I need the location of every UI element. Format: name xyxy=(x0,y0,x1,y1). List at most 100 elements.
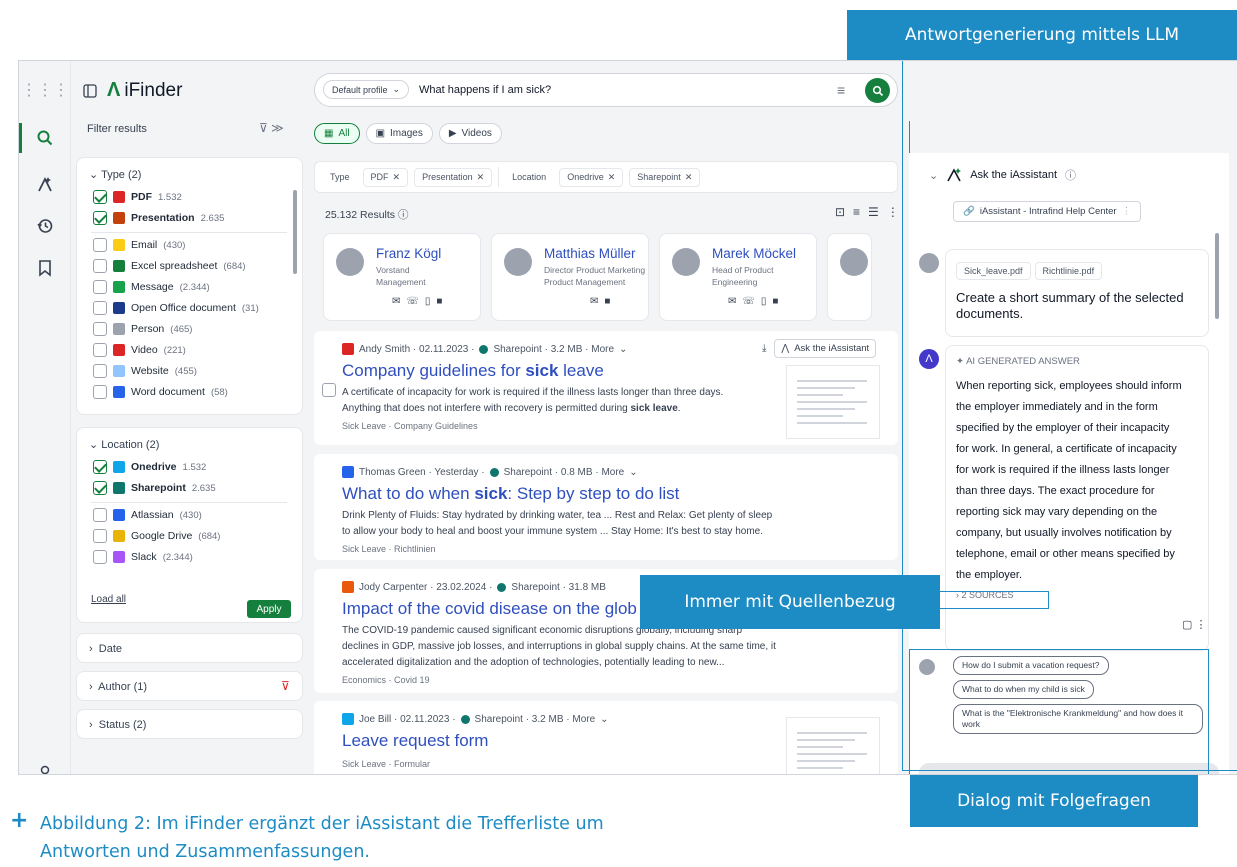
tab-videos[interactable]: ▶ Videos xyxy=(438,123,502,144)
author-filter-card[interactable]: › Author (1) ⊽ xyxy=(76,671,303,701)
type-type-icon xyxy=(113,191,125,203)
active-filters: Type PDF ✕ Presentation ✕ Location Onedr… xyxy=(314,161,898,193)
contact-icons[interactable]: ✉☏▯■ xyxy=(728,296,784,307)
chevron-down-icon[interactable]: ⌄ xyxy=(629,467,637,478)
sharepoint-icon xyxy=(460,714,470,724)
checkbox[interactable] xyxy=(93,481,107,495)
person-card[interactable]: Marek Möckel Head of Product Engineering ✉☏… xyxy=(659,233,817,321)
bookmark-icon[interactable] xyxy=(30,253,60,283)
thumbnail-line xyxy=(797,422,867,424)
checkbox[interactable] xyxy=(93,190,107,204)
person-card[interactable]: Matthias Müller Director Product Marketin… xyxy=(491,233,649,321)
type-type-icon xyxy=(113,386,125,398)
type-item[interactable]: Word document (58) xyxy=(93,385,228,399)
filter-lines-icon[interactable]: ≡ xyxy=(837,82,845,98)
result-snippet: declines in GDP, massive job losses, and… xyxy=(342,641,776,652)
filter-clear-icon[interactable]: ⊽ ≫ xyxy=(259,121,284,135)
type-count: (58) xyxy=(210,386,228,398)
date-filter-card[interactable]: › Date xyxy=(76,633,303,663)
result-tags: Sick Leave · Richtlinien xyxy=(342,544,436,554)
location-type-icon xyxy=(113,530,125,542)
profile-select[interactable]: Default profile ⌄ xyxy=(323,80,410,99)
person-name[interactable]: Marek Möckel xyxy=(712,246,796,261)
chip-onedrive[interactable]: Onedrive ✕ xyxy=(559,167,624,187)
location-item[interactable]: Sharepoint 2.635 xyxy=(93,481,216,495)
person-name[interactable]: Matthias Müller xyxy=(544,246,636,261)
result-snippet: Anything that does not interfere with re… xyxy=(342,401,681,417)
history-icon[interactable] xyxy=(30,211,60,241)
chevron-down-icon[interactable]: ⌄ xyxy=(619,344,627,355)
person-name[interactable]: Franz Kögl xyxy=(376,246,441,261)
result-title[interactable]: Company guidelines for sick leave xyxy=(342,361,604,381)
type-item[interactable]: Presentation 2.635 xyxy=(93,211,224,225)
document-thumbnail[interactable] xyxy=(786,717,880,774)
location-label: Onedrive xyxy=(131,461,177,473)
download-icon[interactable]: ⤓ xyxy=(762,343,766,354)
collapse-sidebar-icon[interactable] xyxy=(83,83,97,98)
result-source: Sharepoint · 3.2 MB · More xyxy=(493,343,615,355)
location-filter-header[interactable]: ⌄ Location (2) xyxy=(89,438,159,451)
chip-sharepoint[interactable]: Sharepoint ✕ xyxy=(629,167,701,187)
filter-remove-icon[interactable]: ⊽ xyxy=(281,679,290,693)
checkbox[interactable] xyxy=(93,238,107,252)
result-title[interactable]: Impact of the covid disease on the glob xyxy=(342,599,637,619)
document-thumbnail[interactable] xyxy=(786,365,880,439)
type-filter-header[interactable]: ⌄ Type (2) xyxy=(89,168,141,181)
apps-grid-icon[interactable]: ⋮⋮⋮ xyxy=(21,75,69,105)
nav-rail: ⋮⋮⋮ xyxy=(19,61,71,774)
checkbox[interactable] xyxy=(93,322,107,336)
checkbox[interactable] xyxy=(93,508,107,522)
apply-button[interactable]: Apply xyxy=(247,600,291,618)
type-item[interactable]: Email (430) xyxy=(93,238,185,252)
contact-icons[interactable]: ✉■ xyxy=(590,296,616,307)
type-item[interactable]: Excel spreadsheet (684) xyxy=(93,259,246,273)
chevron-down-icon[interactable]: ⌄ xyxy=(600,714,608,725)
search-icon[interactable] xyxy=(30,123,60,153)
assistant-icon[interactable] xyxy=(30,169,60,199)
type-item[interactable]: Message (2.344) xyxy=(93,280,210,294)
file-type-icon xyxy=(342,466,354,478)
status-filter-card[interactable]: › Status (2) xyxy=(76,709,303,739)
location-item[interactable]: Google Drive (684) xyxy=(93,529,220,543)
result-author-date: Thomas Green · Yesterday · xyxy=(359,466,485,478)
checkbox[interactable] xyxy=(93,259,107,273)
type-item[interactable]: PDF 1.532 xyxy=(93,190,182,204)
search-submit-button[interactable] xyxy=(865,78,890,103)
location-count: (2.344) xyxy=(162,551,193,563)
ask-assistant-button[interactable]: ⋀ Ask the iAssistant xyxy=(774,339,877,358)
user-icon[interactable] xyxy=(30,757,60,774)
load-all-link[interactable]: Load all xyxy=(91,594,126,605)
location-item[interactable]: Slack (2.344) xyxy=(93,550,193,564)
result-title[interactable]: Leave request form xyxy=(342,731,488,751)
view-options-icons[interactable]: ⊡≡☰⋮ xyxy=(835,205,907,219)
result-title[interactable]: What to do when sick: Step by step to do… xyxy=(342,484,679,504)
person-avatar xyxy=(840,248,868,276)
checkbox[interactable] xyxy=(93,280,107,294)
type-item[interactable]: Open Office document (31) xyxy=(93,301,259,315)
location-count: (430) xyxy=(179,509,202,521)
checkbox[interactable] xyxy=(93,301,107,315)
tab-all[interactable]: ▦ All xyxy=(314,123,360,144)
checkbox[interactable] xyxy=(93,211,107,225)
type-item[interactable]: Person (465) xyxy=(93,322,192,336)
search-input[interactable]: What happens if I am sick? xyxy=(419,84,551,96)
person-card[interactable]: Franz Kögl Vorstand Management ✉☏▯■ xyxy=(323,233,481,321)
tab-images[interactable]: ▣ Images xyxy=(365,123,433,144)
chip-presentation[interactable]: Presentation ✕ xyxy=(414,167,493,187)
type-scrollbar[interactable] xyxy=(293,190,297,274)
location-item[interactable]: Onedrive 1.532 xyxy=(93,460,206,474)
checkbox[interactable] xyxy=(93,343,107,357)
chip-pdf[interactable]: PDF ✕ xyxy=(362,167,409,187)
checkbox[interactable] xyxy=(93,460,107,474)
contact-icons[interactable]: ✉☏▯■ xyxy=(392,296,448,307)
checkbox[interactable] xyxy=(93,529,107,543)
person-card[interactable]: MHeEn xyxy=(827,233,872,321)
location-item[interactable]: Atlassian (430) xyxy=(93,508,202,522)
checkbox[interactable] xyxy=(93,364,107,378)
type-item[interactable]: Video (221) xyxy=(93,343,186,357)
type-item[interactable]: Website (455) xyxy=(93,364,197,378)
result-checkbox[interactable] xyxy=(322,382,336,397)
checkbox[interactable] xyxy=(93,385,107,399)
result-meta: Thomas Green · Yesterday · Sharepoint · … xyxy=(342,466,638,478)
checkbox[interactable] xyxy=(93,550,107,564)
